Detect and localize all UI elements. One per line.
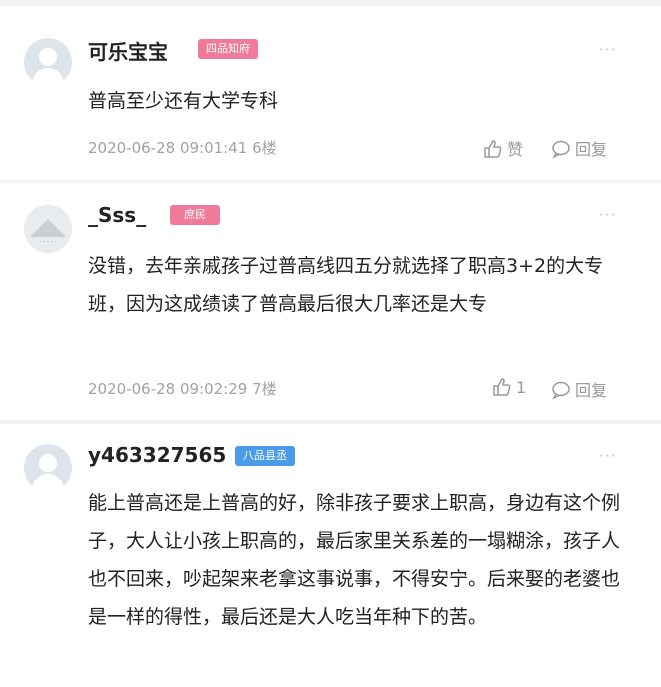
landscape-avatar-icon[interactable]: · · · · · (24, 205, 72, 253)
username[interactable]: 可乐宝宝 (88, 36, 168, 65)
user-avatar[interactable] (24, 444, 72, 492)
comment-card: y463327565 八品县丞 ··· 能上普高还是上普高的好，除非孩子要求上职… (0, 424, 661, 687)
like-label: 赞 (507, 140, 524, 159)
comment-meta: 2020-06-28 09:02:29 7楼 (88, 378, 277, 399)
more-dots-icon[interactable]: ··· (599, 40, 617, 59)
reply-label: 回复 (575, 140, 608, 159)
rank-badge: 八品县丞 (235, 446, 295, 466)
reply-button[interactable]: 回复 (551, 377, 607, 401)
comment-text: 没错，去年亲戚孩子过普高线四五分就选择了职高3+2的大专班，因为这成绩读了普高最… (88, 255, 604, 315)
comment-card: · · · · · _Sss_ 庶民 ··· 没错，去年亲戚孩子过普高线四五分就… (0, 183, 661, 420)
reply-bubble-icon (552, 381, 570, 400)
rank-badge: 四品知府 (198, 39, 258, 59)
comment-text: 能上普高还是上普高的好，除非孩子要求上职高，身边有这个例子，大人让小孩上职高的，… (88, 492, 621, 628)
more-dots-icon[interactable]: ··· (599, 446, 617, 465)
reply-bubble-icon (552, 140, 570, 159)
comment-text: 普高至少还有大学专科 (88, 90, 279, 112)
reply-button[interactable]: 回复 (551, 136, 607, 160)
comment-meta: 2020-06-28 09:01:41 6楼 (88, 137, 277, 158)
floor-number: 6楼 (252, 139, 277, 157)
comment-card: 可乐宝宝 四品知府 ··· 普高至少还有大学专科 2020-06-28 09:0… (0, 6, 661, 180)
thumbs-up-icon (484, 140, 502, 158)
like-count: 1 (516, 378, 527, 397)
thumbs-up-icon (493, 378, 511, 396)
floor-number: 7楼 (252, 380, 277, 398)
reply-label: 回复 (575, 381, 608, 400)
user-avatar[interactable] (24, 38, 72, 86)
timestamp: 2020-06-28 09:02:29 (88, 380, 248, 398)
like-button[interactable]: 赞 (483, 136, 523, 160)
rank-badge: 庶民 (170, 205, 220, 225)
username[interactable]: y463327565 (88, 443, 226, 467)
username[interactable]: _Sss_ (88, 203, 146, 227)
timestamp: 2020-06-28 09:01:41 (88, 139, 248, 157)
like-button[interactable]: 1 (492, 377, 526, 397)
more-dots-icon[interactable]: ··· (599, 205, 617, 224)
